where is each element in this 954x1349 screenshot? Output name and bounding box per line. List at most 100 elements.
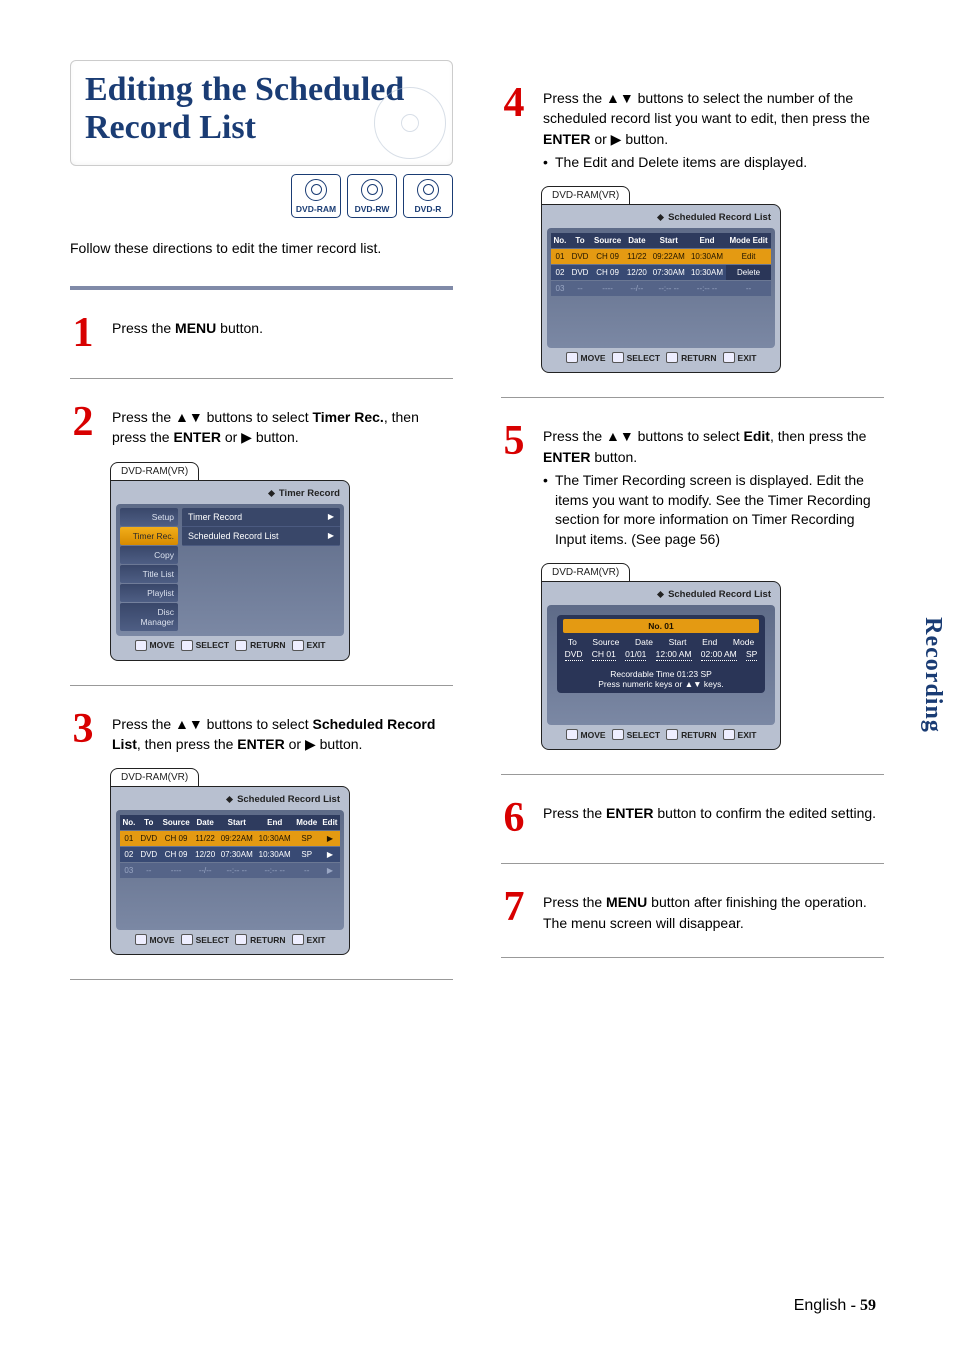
bold: ENTER — [543, 449, 590, 465]
nav-label: RETURN — [250, 935, 285, 945]
diamond-icon — [657, 591, 664, 598]
nav-key-icon — [235, 934, 247, 945]
td: DVD — [138, 847, 160, 862]
text: or ▶ button. — [590, 131, 668, 147]
td: ▶ — [320, 831, 340, 846]
td: 03 — [120, 863, 138, 878]
th: End — [256, 815, 294, 830]
table-row: 03--------/----:-- ----:-- ----▶ — [120, 863, 340, 878]
nav-label: RETURN — [681, 730, 716, 740]
option-item: Timer Record ▶ — [182, 508, 340, 527]
th: To — [138, 815, 160, 830]
text: , then press the — [137, 736, 237, 752]
col: Source — [592, 637, 619, 647]
bold: ENTER — [606, 805, 653, 821]
osd-scheduled-list: DVD-RAM(VR) Scheduled Record List No. To… — [110, 768, 350, 955]
nav-key-icon — [666, 352, 678, 363]
table-row: 01DVDCH 0911/2209:22AM10:30AMSP▶ — [120, 831, 340, 846]
td: CH 09 — [160, 847, 193, 862]
col: Mode — [733, 637, 754, 647]
chevron-right-icon: ▶ — [328, 512, 334, 521]
footer-page: 59 — [860, 1297, 876, 1314]
table-row: 03--------/----:-- ----:-- ---- — [551, 281, 771, 296]
editor-info: Press numeric keys or ▲▼ keys. — [563, 679, 759, 689]
format-label: DVD-R — [415, 204, 442, 214]
td: 02 — [551, 265, 569, 280]
th: End — [688, 233, 726, 248]
section-tab: Recording — [919, 617, 946, 733]
td: SP — [294, 847, 320, 862]
nav-label: MOVE — [581, 730, 606, 740]
col: Start — [669, 637, 687, 647]
nav-key-icon — [723, 352, 735, 363]
disc-decor-icon — [374, 87, 446, 159]
bold: Edit — [743, 428, 769, 444]
nav-key-icon — [292, 640, 304, 651]
th: Source — [160, 815, 193, 830]
menu-item: Disc Manager — [120, 603, 178, 631]
td: 10:30AM — [688, 249, 726, 264]
divider — [501, 957, 884, 958]
td: 03 — [551, 281, 569, 296]
footer-lang: English — [794, 1297, 846, 1314]
divider — [501, 397, 884, 398]
step-7: 7 Press the MENU button after finishing … — [501, 886, 884, 933]
text: Press the — [543, 894, 606, 910]
osd-title: Scheduled Record List — [237, 794, 340, 805]
nav-key-icon — [666, 729, 678, 740]
nav-label: SELECT — [627, 353, 661, 363]
option-label: Scheduled Record List — [188, 531, 279, 541]
col: Date — [635, 637, 653, 647]
th: Start — [650, 233, 688, 248]
nav-label: EXIT — [307, 640, 326, 650]
bullet: The Edit and Delete items are displayed. — [543, 153, 884, 173]
step-2: 2 Press the ▲▼ buttons to select Timer R… — [70, 401, 453, 448]
td: DVD — [569, 265, 591, 280]
intro-text: Follow these directions to edit the time… — [70, 240, 453, 256]
step-number: 5 — [501, 420, 527, 549]
table-row: 02DVDCH 0912/2007:30AM10:30AMDelete — [551, 265, 771, 280]
step-5: 5 Press the ▲▼ buttons to select Edit, t… — [501, 420, 884, 549]
osd-options: Timer Record ▶ Scheduled Record List ▶ — [182, 508, 340, 546]
diamond-icon — [226, 796, 233, 803]
td: 10:30AM — [256, 847, 294, 862]
menu-item-selected: Timer Rec. — [120, 527, 178, 545]
th: No. — [120, 815, 138, 830]
th: Mode — [294, 815, 320, 830]
editor-info: Recordable Time 01:23 SP — [563, 669, 759, 679]
divider — [70, 685, 453, 686]
nav-label: MOVE — [581, 353, 606, 363]
menu-item: Playlist — [120, 584, 178, 602]
text: button. — [590, 449, 637, 465]
text: Press the ▲▼ buttons to select — [112, 409, 312, 425]
option-label: Timer Record — [188, 512, 242, 522]
table-row: 01DVDCH 0911/2209:22AM10:30AMEdit — [551, 249, 771, 264]
nav-label: MOVE — [150, 640, 175, 650]
nav-key-icon — [292, 934, 304, 945]
th: Start — [218, 815, 256, 830]
td: 12/20 — [624, 265, 650, 280]
osd-scheduled-edit: DVD-RAM(VR) Scheduled Record List No. To… — [541, 186, 781, 373]
divider — [70, 979, 453, 980]
nav-key-icon — [181, 640, 193, 651]
td: --:-- -- — [256, 863, 294, 878]
osd-title: Timer Record — [279, 488, 340, 499]
th: Edit — [320, 815, 340, 830]
td: -- — [294, 863, 320, 878]
td: ---- — [160, 863, 193, 878]
popup-delete: Delete — [726, 265, 771, 280]
format-label: DVD-RAM — [296, 204, 336, 214]
osd-title: Scheduled Record List — [668, 589, 771, 600]
td: 09:22AM — [218, 831, 256, 846]
td: --/-- — [624, 281, 650, 296]
divider — [70, 378, 453, 379]
divider — [501, 863, 884, 864]
step-number: 2 — [70, 401, 96, 448]
nav-key-icon — [135, 934, 147, 945]
nav-label: EXIT — [738, 353, 757, 363]
th: Source — [591, 233, 624, 248]
td: 07:30AM — [218, 847, 256, 862]
editor-card: No. 01 To Source Date Start End Mode DVD… — [557, 615, 765, 693]
nav-key-icon — [135, 640, 147, 651]
text: button. — [216, 320, 263, 336]
